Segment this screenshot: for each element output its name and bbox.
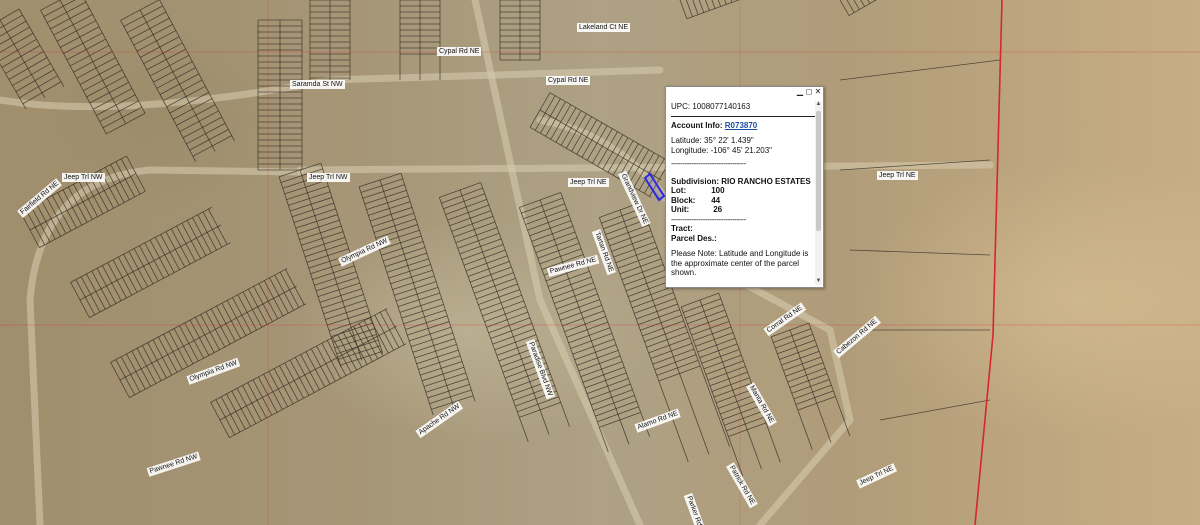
close-icon[interactable]: ✕ [814,88,822,96]
boundary-lines [0,0,1200,525]
unit-row: Unit: 26 [671,205,815,215]
latitude-row: Latitude: 35° 22' 1.439" [671,136,815,146]
popup-content: UPC: 1008077140163 Account Info: R073870… [671,102,815,282]
account-link[interactable]: R073870 [725,121,757,130]
scroll-down-icon[interactable]: ▼ [815,278,822,285]
latitude-label: Latitude: [671,136,702,145]
account-label: Account Info: [671,120,723,130]
tract-row: Tract: [671,224,815,234]
longitude-value: -106° 45' 21.203" [710,145,772,155]
dash-separator: --------------------------------- [671,159,746,168]
subdivision-value: RIO RANCHO ESTATES [721,176,811,186]
street-label: Jeep Trl NE [877,171,918,180]
street-label: Cypal Rd NE [437,47,482,56]
lot-label: Lot: [671,186,687,195]
popup-scrollbar[interactable]: ▲ ▼ [815,101,822,285]
aerial-map[interactable]: Cypal Rd NE Cypal Rd NE Jeep Trl NW Jeep… [0,0,1200,525]
upc-row: UPC: 1008077140163 [671,102,815,112]
lot-row: Lot: 100 [671,186,815,196]
latitude-value: 35° 22' 1.439" [703,136,754,145]
divider [671,115,815,117]
street-label: Cypal Rd NE [546,76,591,85]
block-label: Block: [671,195,696,205]
road [26,166,304,525]
parcel-des-row: Parcel Des.: [671,234,815,244]
longitude-row: Longitude: -106° 45' 21.203" [671,146,815,156]
block-value: 44 [711,195,721,205]
popup-titlebar: ▁ ◻ ✕ [666,87,823,98]
parcel-overlay [0,0,1200,525]
unit-label: Unit: [671,205,690,214]
street-label: Jeep Trl NW [62,173,105,182]
upc-value: 1008077140163 [692,102,751,111]
scroll-up-icon[interactable]: ▲ [815,101,822,108]
parcel-des-label: Parcel Des.: [671,233,717,243]
account-row: Account Info: R073870 [671,121,815,131]
block-row: Block: 44 [671,196,815,206]
street-label: Lakeland Ct NE [577,23,631,32]
parcel-info-popup[interactable]: ▁ ◻ ✕ UPC: 1008077140163 Account Info: R… [665,86,824,288]
longitude-label: Longitude: [671,145,709,155]
minimize-icon[interactable]: ▁ [796,88,804,96]
street-label: Jeep Trl NE [568,178,609,187]
dash-separator: --------------------------------- [671,214,746,224]
maximize-icon[interactable]: ◻ [805,88,813,96]
subdivision-row: Subdivision: RIO RANCHO ESTATES [671,177,815,187]
street-label: Jeep Trl NW [307,173,350,182]
street-label: Saramda St NW [290,80,345,89]
unit-value: 26 [713,205,723,214]
subdivision-label: Subdivision: [671,176,719,186]
upc-label: UPC: [671,102,691,111]
tract-label: Tract: [671,224,693,233]
scrollbar-thumb[interactable] [816,111,821,231]
lot-value: 100 [711,186,725,195]
popup-note: Please Note: Latitude and Longitude is t… [671,249,809,277]
